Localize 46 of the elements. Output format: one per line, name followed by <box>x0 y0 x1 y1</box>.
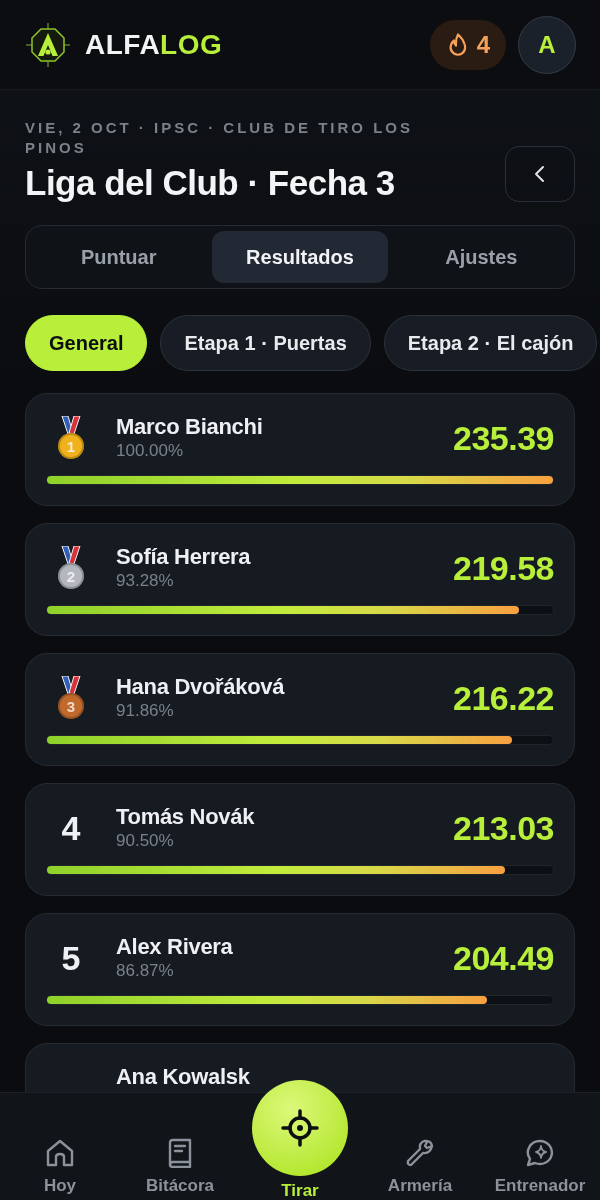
event-subtitle: VIE, 2 OCT · IPSC · CLUB DE TIRO LOS PINOS <box>25 118 415 158</box>
chat-sparkle-icon <box>525 1138 555 1168</box>
result-card[interactable]: 2 Sofía Herrera 93.28% 219.58 <box>25 523 575 636</box>
event-title: Liga del Club · Fecha 3 <box>25 162 396 204</box>
tab[interactable]: Puntuar <box>31 231 207 283</box>
rank-number: 5 <box>61 938 81 978</box>
percent-text: 100.00% <box>116 440 184 462</box>
score-value: 213.03 <box>453 808 554 848</box>
percent-text: 93.28% <box>116 570 174 592</box>
rank-number: 4 <box>61 808 81 848</box>
filter-chip[interactable]: Etapa 2 · El cajón <box>383 315 598 371</box>
shooter-name: Alex Rivera <box>116 934 233 960</box>
streak-badge[interactable]: 4 <box>429 19 506 70</box>
back-button[interactable] <box>505 146 575 202</box>
percent-text: 90.50% <box>116 830 174 852</box>
result-card[interactable]: 4 Tomás Novák 90.50% 213.03 <box>25 783 575 896</box>
result-card[interactable]: 5 Alex Rivera 86.87% 204.49 <box>25 913 575 1026</box>
chevron-left-icon <box>533 165 547 183</box>
percent-text: 91.86% <box>116 700 174 722</box>
nav-item[interactable]: Hoy <box>39 1093 81 1200</box>
score-value: 219.58 <box>453 548 554 588</box>
nav-item[interactable]: Entrenador <box>490 1093 590 1200</box>
flame-icon <box>447 33 468 56</box>
shooter-name: Ana Kowalsk <box>116 1064 250 1090</box>
tab[interactable]: Resultados <box>212 231 388 283</box>
result-card[interactable]: 3 Hana Dvořáková 91.86% 216.22 <box>25 653 575 766</box>
filter-chip[interactable]: General <box>25 315 148 371</box>
score-value: 235.39 <box>453 418 554 458</box>
result-card[interactable]: 1 Marco Bianchi 100.00% 235.39 <box>25 393 575 506</box>
score-value: 216.22 <box>453 678 554 718</box>
shooter-name: Tomás Novák <box>116 804 255 830</box>
filter-chip[interactable]: Etapa 1 · Puertas <box>160 315 371 371</box>
logo-icon <box>26 22 70 67</box>
score-value: 204.49 <box>453 938 554 978</box>
tab[interactable]: Ajustes <box>393 231 569 283</box>
shooter-name: Sofía Herrera <box>116 544 251 570</box>
shooter-name: Hana Dvořáková <box>116 674 285 700</box>
home-icon <box>45 1138 75 1168</box>
nav-item[interactable]: Armería <box>383 1093 457 1200</box>
percent-text: 86.87% <box>116 960 174 982</box>
app-logo-text: ALFALOG <box>85 27 223 62</box>
shooter-name: Marco Bianchi <box>116 414 263 440</box>
wrench-icon <box>405 1138 435 1168</box>
result-card[interactable]: Ana Kowalsk <box>25 1043 575 1092</box>
avatar-button[interactable]: A <box>518 15 576 74</box>
nav-item[interactable]: Bitácora <box>142 1093 218 1200</box>
